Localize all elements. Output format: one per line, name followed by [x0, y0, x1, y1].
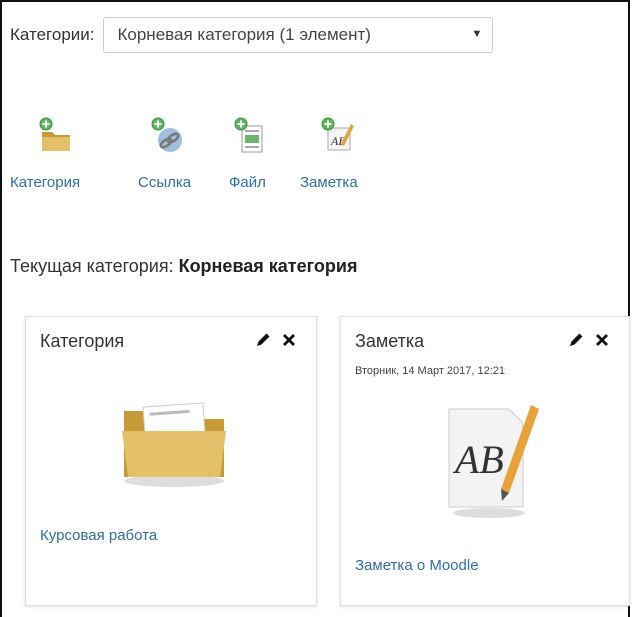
card-link[interactable]: Курсовая работа: [40, 527, 157, 544]
tool-label-category: Категория: [10, 174, 81, 191]
delete-icon[interactable]: [280, 331, 298, 349]
delete-icon[interactable]: [593, 331, 611, 349]
item-card-category: Категория Курсовая работа: [25, 316, 317, 606]
note-icon: AB: [448, 405, 539, 518]
card-link[interactable]: Заметка о Moodle: [355, 557, 479, 574]
add-folder-icon: [39, 117, 70, 151]
tool-label-note: Заметка: [300, 174, 358, 191]
tool-label-file: Файл: [229, 174, 266, 191]
item-card-note: Заметка Вторник, 14 Март 2017, 12:21 AB …: [340, 316, 630, 606]
card-title: Категория: [40, 331, 125, 351]
category-selector-row: Категории: Корневая категория (1 элемент…: [10, 17, 493, 53]
add-link-icon: [151, 117, 182, 152]
card-title: Заметка: [355, 331, 425, 351]
edit-pencil-icon[interactable]: [254, 331, 272, 349]
add-file-icon: [234, 117, 263, 153]
card-actions: [254, 331, 298, 349]
caret-down-icon: ▼: [471, 28, 483, 40]
card-date: Вторник, 14 Март 2017, 12:21: [355, 365, 506, 377]
folder-icon: [122, 402, 226, 487]
category-label: Категории:: [10, 25, 95, 44]
svg-text:AB: AB: [452, 437, 504, 482]
current-category: Текущая категория: Корневая категория: [10, 256, 357, 277]
tool-label-link: Ссылка: [138, 174, 192, 191]
edit-pencil-icon[interactable]: [567, 331, 585, 349]
current-category-name: Корневая категория: [178, 256, 358, 276]
category-select-value: Корневая категория (1 элемент): [117, 25, 371, 44]
category-select[interactable]: Корневая категория (1 элемент) ▼: [102, 17, 493, 53]
card-actions: [567, 331, 611, 349]
current-category-prefix: Текущая категория:: [10, 256, 179, 276]
add-note-icon: AB: [321, 117, 354, 151]
